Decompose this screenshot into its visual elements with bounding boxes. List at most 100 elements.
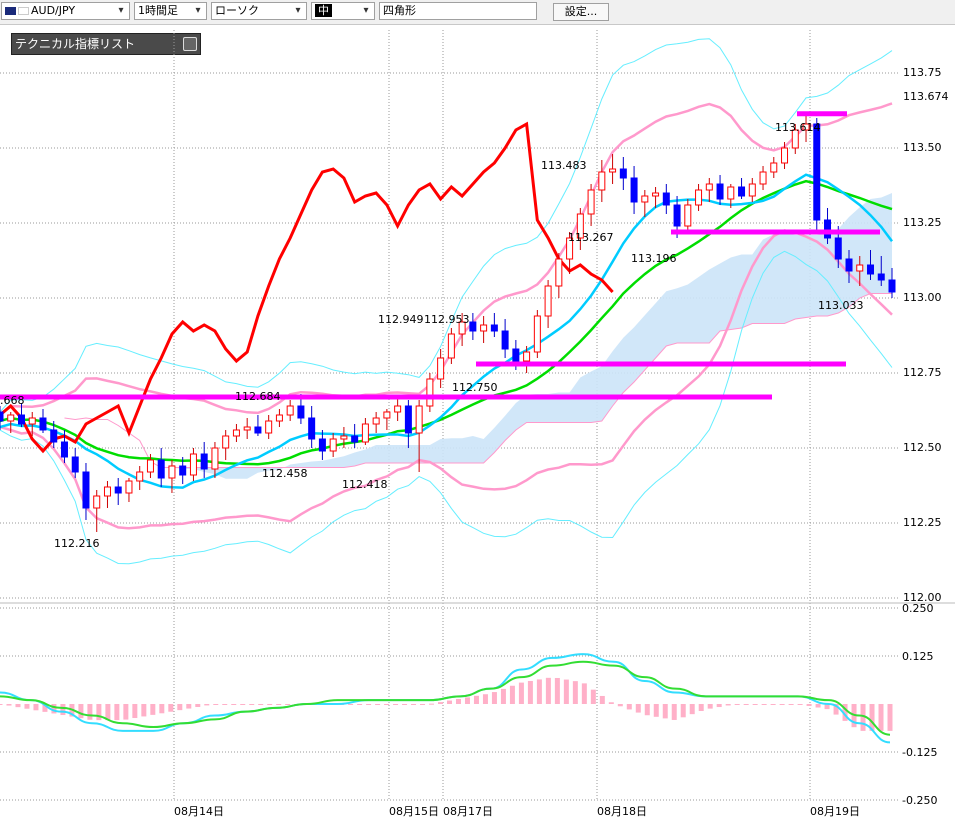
macd-histogram-bar [707,704,713,709]
price-annotation-label: 113.196 [631,252,677,265]
price-annotation-label: 112.953 [424,313,470,326]
macd-histogram-bar [797,704,803,705]
macd-histogram-bar [689,704,695,715]
macd-histogram-bar [743,704,749,705]
macd-histogram-bar [411,704,417,705]
macd-histogram-bar [752,704,758,705]
candle-down [630,177,638,203]
date-tick-label: 08月17日 [443,805,493,818]
candle-up [93,495,101,509]
price-tick-label: 113.25 [903,216,942,229]
macd-histogram-bar [438,702,444,704]
candle-down [490,324,498,332]
candle-up [146,459,154,473]
candle-up [480,324,488,332]
macd-histogram-bar [563,679,569,704]
candle-down [888,279,896,293]
candle-down [404,405,412,434]
candle-down [114,486,122,494]
price-annotation-label: 112.418 [342,478,388,491]
candle-up [415,405,423,434]
candle-down [17,414,25,425]
candle-up [727,186,735,200]
date-tick-label: 08月19日 [810,805,860,818]
macd-histogram-bar [716,704,722,708]
candle-down [824,219,832,239]
macd-histogram-bar [132,704,138,719]
macd-histogram-bar [177,704,183,711]
macd-histogram-bar [806,704,812,706]
macd-histogram-bar [815,704,821,708]
macd-histogram-bar [527,680,533,704]
macd-histogram-bar [213,704,219,705]
candle-down [308,417,316,440]
candle-up [329,438,337,452]
price-annotation-label: 112.458 [262,467,308,480]
macd-histogram-bar [779,704,785,705]
candle-up [609,168,617,173]
candle-up [598,171,606,191]
candle-down [877,273,885,281]
macd-histogram-bar [168,704,174,712]
macd-histogram-bar [455,698,461,704]
candle-up [211,447,219,470]
macd-histogram-bar [725,704,731,706]
macd-histogram-bar [761,704,767,705]
macd-histogram-bar [518,682,524,704]
candle-down [179,465,187,476]
ichimoku-cloud [64,193,892,479]
candle-up [222,435,230,449]
price-annotation-label: 113.614 [775,121,821,134]
macd-histogram-bar [231,704,237,705]
price-tick-label: 112.25 [903,516,942,529]
macd-histogram-bar [393,704,399,705]
macd-histogram-bar [60,704,66,716]
macd-tick-label: 0.250 [902,602,934,615]
date-tick-label: 08月14日 [174,805,224,818]
macd-histogram-bar [473,695,479,704]
candle-up [394,405,402,413]
price-tick-label: 113.00 [903,291,942,304]
candle-down [845,258,853,272]
candle-up [286,405,294,416]
macd-tick-label: 0.125 [902,650,934,663]
price-annotation-label: 113.033 [818,299,864,312]
candle-up [103,486,111,497]
bollinger-upper-3sd [0,38,893,413]
macd-histogram-bar [267,704,273,705]
candle-down [716,183,724,200]
macd-histogram-bar [141,704,147,717]
macd-histogram-bar [887,704,893,731]
candle-up [447,333,455,359]
macd-histogram-bar [240,704,246,705]
candle-down [297,405,305,419]
candle-down [0,411,4,422]
macd-histogram-bar [33,704,39,711]
macd-histogram-bar [186,704,192,709]
candle-down [351,435,359,443]
time-axis: 08月14日 08月15日 08月17日 08月18日 08月19日 [174,805,860,818]
price-tick-label: 112.50 [903,441,942,454]
candle-up [856,264,864,272]
macd-histogram-bar [572,681,578,704]
macd-histogram-bar [788,704,794,705]
macd-histogram-bar [590,689,596,704]
candle-up [265,420,273,434]
candle-up [136,471,144,482]
macd-histogram-bar [87,704,93,720]
macd-histogram-bar [402,704,408,705]
date-tick-label: 08月15日 [389,805,439,818]
candle-down [813,123,821,221]
candle-down [867,264,875,275]
chart-canvas[interactable]: .668112.216112.684112.458112.418112.949 1… [0,0,955,824]
macd-histogram-bar [554,677,560,704]
candle-up [232,429,240,437]
price-tick-label: 112.75 [903,366,942,379]
price-annotation-label: 112.949 [378,313,424,326]
grid-lines [0,30,955,800]
candle-up [652,192,660,197]
candle-up [533,315,541,353]
candle-down [318,438,326,452]
macd-histogram-bar [446,700,452,704]
macd-histogram-bar [635,704,641,713]
